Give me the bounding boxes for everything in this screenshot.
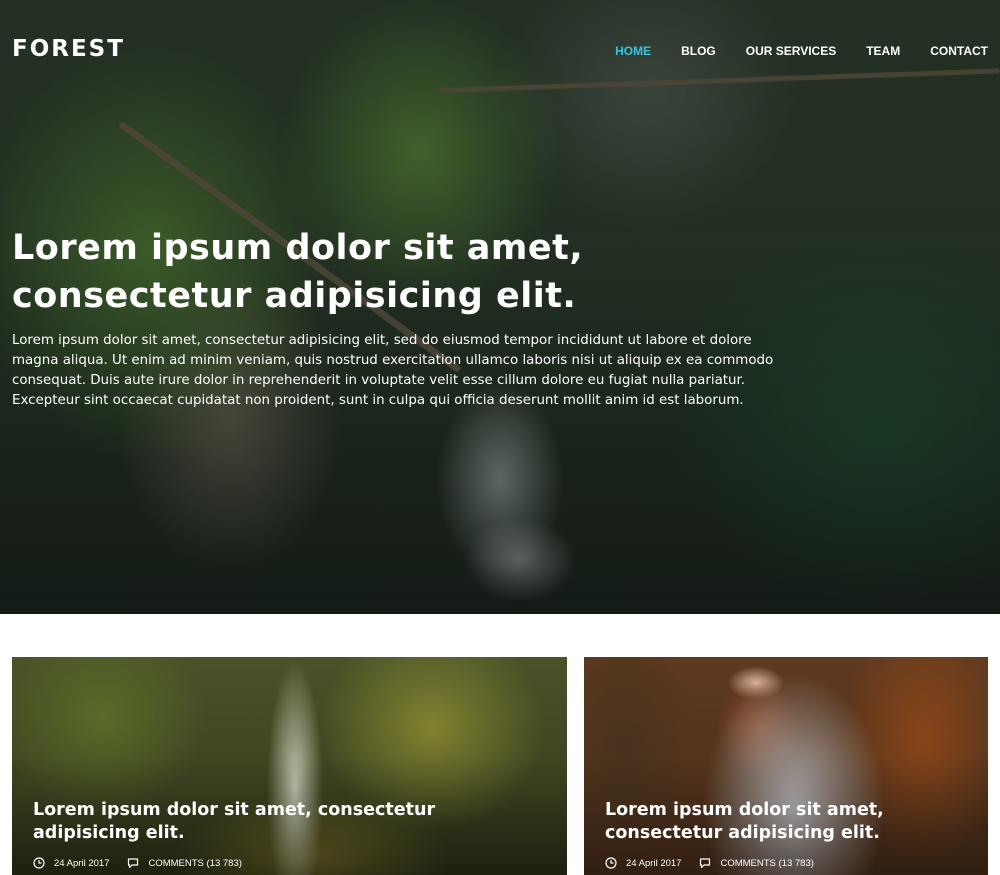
hero-title: Lorem ipsum dolor sit amet, consectetur … [12, 228, 584, 316]
nav-item-blog[interactable]: BLOG [681, 44, 716, 58]
hero-section: FOREST HOME BLOG OUR SERVICES TEAM CONTA… [0, 0, 1000, 614]
brand-logo[interactable]: FOREST [12, 36, 125, 62]
nav-item-contact[interactable]: CONTACT [930, 44, 988, 58]
nav-item-our-services[interactable]: OUR SERVICES [746, 44, 836, 58]
comment-icon [127, 857, 139, 869]
comment-icon [699, 857, 711, 869]
card-title[interactable]: Lorem ipsum dolor sit amet, consectetur … [33, 799, 453, 845]
card-meta: 24 April 2017 COMMENTS (13 783) [605, 857, 814, 869]
post-card[interactable]: Lorem ipsum dolor sit amet, consectetur … [12, 657, 567, 875]
nav-item-home[interactable]: HOME [615, 44, 651, 58]
clock-icon [605, 857, 617, 869]
card-comments-link[interactable]: COMMENTS (13 783) [720, 858, 813, 869]
card-meta: 24 April 2017 COMMENTS (13 783) [33, 857, 242, 869]
card-comments-link[interactable]: COMMENTS (13 783) [148, 858, 241, 869]
hero-branch-decoration [439, 68, 1000, 93]
nav-item-team[interactable]: TEAM [866, 44, 900, 58]
clock-icon [33, 857, 45, 869]
card-date: 24 April 2017 [626, 857, 682, 869]
card-title[interactable]: Lorem ipsum dolor sit amet, consectetur … [605, 799, 905, 845]
main-nav: HOME BLOG OUR SERVICES TEAM CONTACT [615, 44, 988, 58]
post-card[interactable]: Lorem ipsum dolor sit amet, consectetur … [584, 657, 988, 875]
hero-text: Lorem ipsum dolor sit amet, consectetur … [12, 333, 774, 408]
card-date: 24 April 2017 [54, 857, 110, 869]
